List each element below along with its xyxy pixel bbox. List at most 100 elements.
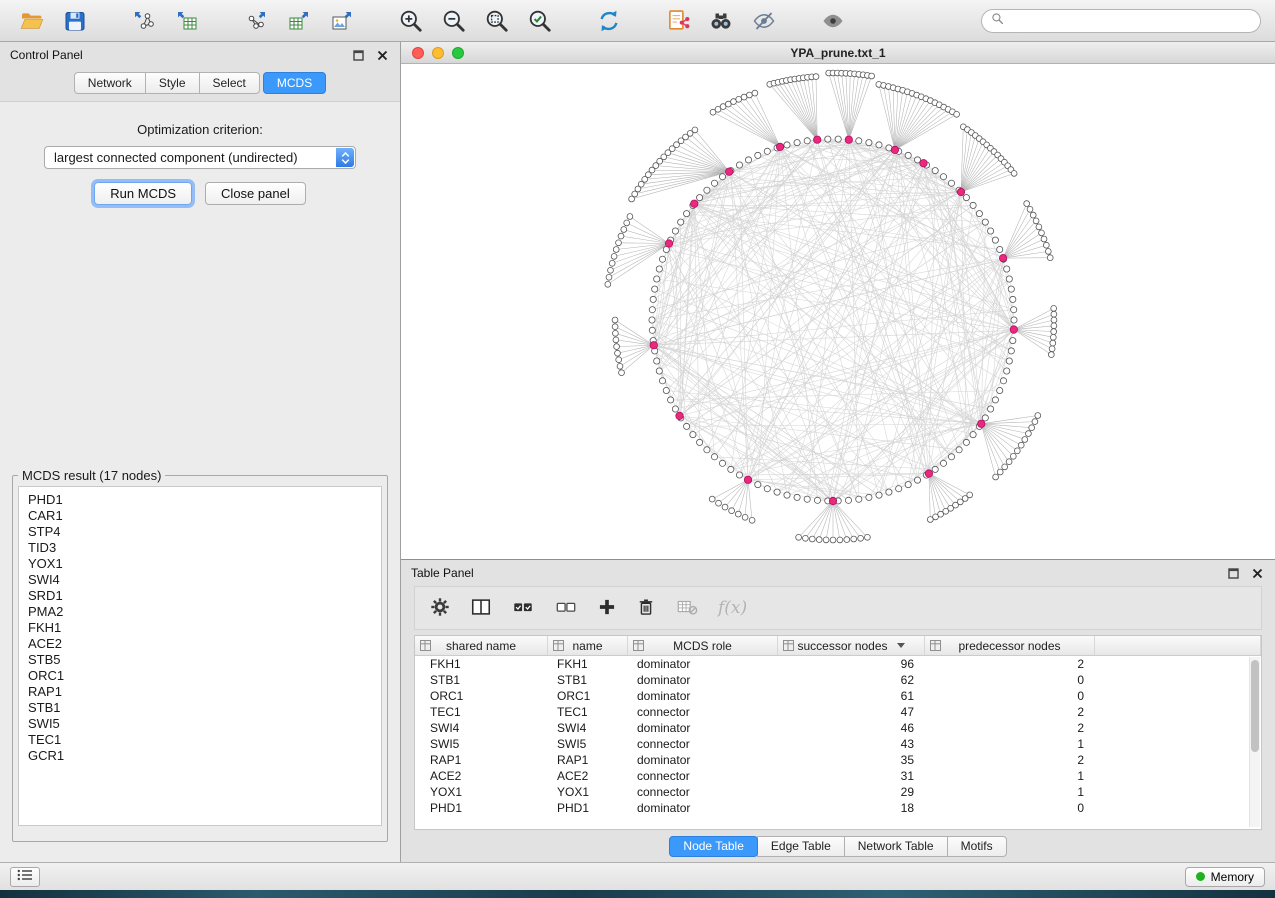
network-node[interactable] [619,370,625,376]
network-node[interactable] [982,219,988,225]
scrollbar-thumb[interactable] [1251,660,1259,752]
result-list-item[interactable]: TID3 [28,540,372,556]
mcds-node[interactable] [920,160,927,167]
network-node[interactable] [755,482,761,488]
network-node[interactable] [697,439,703,445]
export-image-button[interactable] [324,5,360,37]
network-node[interactable] [988,228,994,234]
network-node[interactable] [1011,307,1017,313]
network-node[interactable] [932,466,938,472]
minimize-window-icon[interactable] [432,47,444,59]
network-node[interactable] [736,162,742,168]
deselect-all-button[interactable] [554,593,578,623]
network-node[interactable] [764,486,770,492]
network-node[interactable] [690,432,696,438]
network-node[interactable] [851,536,857,542]
network-node[interactable] [927,517,933,523]
network-node[interactable] [663,387,669,393]
network-node[interactable] [825,136,831,142]
network-node[interactable] [764,148,770,154]
network-node[interactable] [678,219,684,225]
network-node[interactable] [876,492,882,498]
memory-button[interactable]: Memory [1185,867,1265,887]
zoom-in-button[interactable] [393,5,429,37]
mcds-node[interactable] [691,200,698,207]
network-node[interactable] [963,439,969,445]
column-header-name[interactable]: name [548,636,628,655]
network-node[interactable] [684,423,690,429]
export-network-button[interactable] [238,5,274,37]
import-table-button[interactable] [169,5,205,37]
mcds-node[interactable] [891,146,898,153]
result-list-item[interactable]: SRD1 [28,588,372,604]
network-node[interactable] [735,511,741,517]
tab-motifs[interactable]: Motifs [947,836,1007,857]
network-node[interactable] [621,227,627,233]
mcds-node[interactable] [650,342,657,349]
network-node[interactable] [1048,352,1054,358]
network-node[interactable] [856,138,862,144]
network-node[interactable] [866,494,872,500]
network-node[interactable] [1002,464,1008,470]
network-node[interactable] [1008,348,1014,354]
network-node[interactable] [616,240,622,246]
network-node[interactable] [1030,212,1036,218]
result-list-item[interactable]: RAP1 [28,684,372,700]
tab-edge-table[interactable]: Edge Table [757,836,845,857]
table-row[interactable]: YOX1YOX1connector291 [415,784,1261,800]
network-node[interactable] [611,254,617,260]
tab-network[interactable]: Network [74,72,146,94]
delete-table-button[interactable] [675,593,699,623]
network-graph[interactable] [401,64,1271,559]
zoom-fit-button[interactable] [479,5,515,37]
network-node[interactable] [614,344,620,350]
network-node[interactable] [612,317,618,323]
network-node[interactable] [616,357,622,363]
network-node[interactable] [1014,448,1020,454]
table-scrollbar[interactable] [1249,657,1260,827]
network-node[interactable] [997,387,1003,393]
network-node[interactable] [1004,368,1010,374]
network-node[interactable] [729,508,735,514]
network-node[interactable] [784,492,790,498]
tab-node-table[interactable]: Node Table [669,836,758,857]
show-details-button[interactable] [815,5,851,37]
network-node[interactable] [659,378,665,384]
table-row[interactable]: TEC1TEC1connector472 [415,704,1261,720]
network-node[interactable] [668,397,674,403]
network-node[interactable] [992,397,998,403]
table-row[interactable]: STB1STB1dominator620 [415,672,1261,688]
network-node[interactable] [709,496,715,502]
network-node[interactable] [932,168,938,174]
network-node[interactable] [997,246,1003,252]
column-header-shared-name[interactable]: shared name [415,636,548,655]
network-node[interactable] [608,267,614,273]
tab-select[interactable]: Select [199,72,260,94]
network-node[interactable] [704,447,710,453]
network-node[interactable] [1051,306,1057,312]
float-panel-button[interactable] [350,47,366,63]
mcds-node[interactable] [957,188,964,195]
network-node[interactable] [711,180,717,186]
result-list-item[interactable]: ORC1 [28,668,372,684]
result-list-item[interactable]: CAR1 [28,508,372,524]
network-node[interactable] [736,96,742,102]
network-node[interactable] [997,469,1003,475]
network-node[interactable] [956,447,962,453]
search-box[interactable] [981,9,1261,33]
network-node[interactable] [652,286,658,292]
mcds-node[interactable] [776,143,783,150]
column-header-successor-nodes[interactable]: successor nodes [778,636,925,655]
network-node[interactable] [876,142,882,148]
network-node[interactable] [1032,419,1038,425]
result-list-item[interactable]: GCR1 [28,748,372,764]
network-node[interactable] [993,474,999,480]
network-node[interactable] [858,535,864,541]
mcds-node[interactable] [744,476,751,483]
network-node[interactable] [659,256,665,262]
network-node[interactable] [794,140,800,146]
network-node[interactable] [804,138,810,144]
result-list-item[interactable]: TEC1 [28,732,372,748]
network-node[interactable] [692,127,698,133]
network-node[interactable] [719,174,725,180]
